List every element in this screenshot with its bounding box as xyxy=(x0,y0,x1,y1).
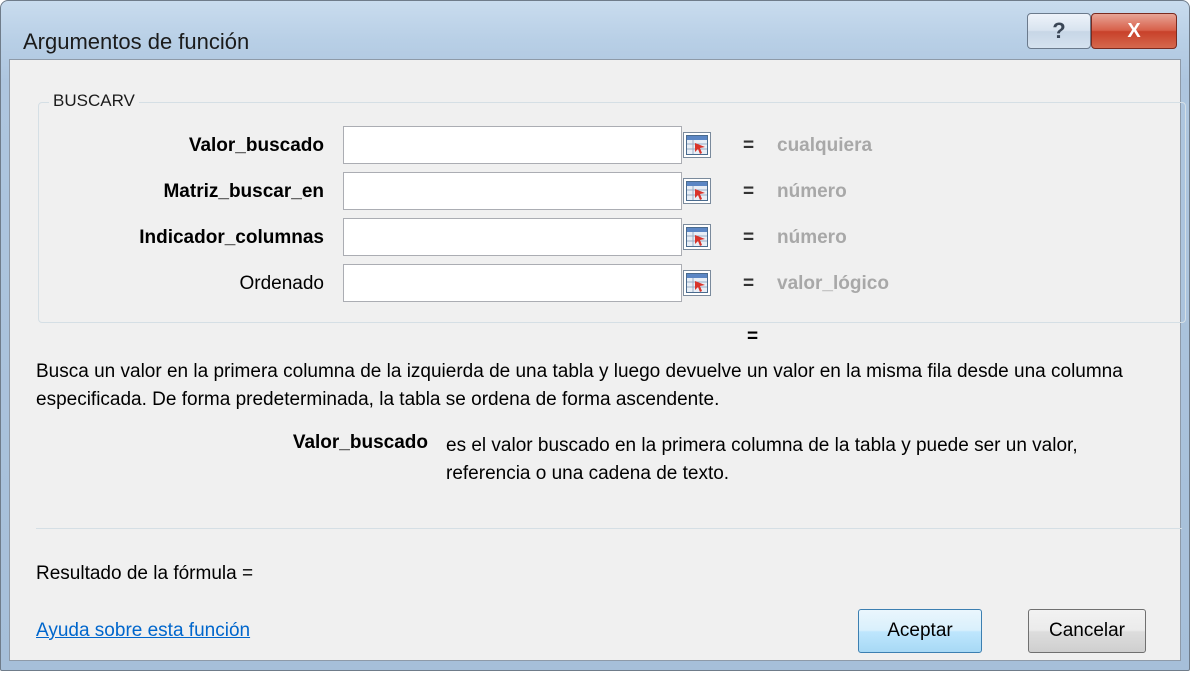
help-link[interactable]: Ayuda sobre esta función xyxy=(36,620,250,642)
close-button[interactable]: X xyxy=(1091,13,1177,49)
formula-result: Resultado de la fórmula = xyxy=(36,563,254,584)
function-description: Busca un valor en la primera columna de … xyxy=(36,361,1123,410)
type-hint-indicador-columnas: número xyxy=(777,227,847,248)
indicador-columnas-input[interactable] xyxy=(343,218,682,256)
collapse-button-matriz-buscar-en[interactable] xyxy=(683,178,711,204)
help-button[interactable]: ? xyxy=(1027,13,1091,49)
arg-help-text: es el valor buscado en la primera column… xyxy=(446,435,1078,484)
collapse-dialog-icon xyxy=(686,181,708,201)
equals-sign: = xyxy=(743,273,755,294)
collapse-button-indicador-columnas[interactable] xyxy=(683,224,711,250)
equals-sign: = xyxy=(743,181,755,202)
separator xyxy=(36,528,1182,529)
ordenado-input[interactable] xyxy=(343,264,682,302)
collapse-dialog-icon xyxy=(686,227,708,247)
collapse-button-valor-buscado[interactable] xyxy=(683,132,711,158)
collapse-button-ordenado[interactable] xyxy=(683,270,711,296)
type-hint-matriz-buscar-en: número xyxy=(777,181,847,202)
arg-help-name: Valor_buscado xyxy=(292,432,428,453)
equals-sign: = xyxy=(743,135,755,156)
ok-button[interactable]: Aceptar xyxy=(858,609,982,653)
type-hint-ordenado: valor_lógico xyxy=(777,273,889,294)
close-icon: X xyxy=(1127,19,1141,42)
arg-label-indicador-columnas: Indicador_columnas xyxy=(139,227,324,248)
collapse-dialog-icon xyxy=(686,135,708,155)
matriz-buscar-en-input[interactable] xyxy=(343,172,682,210)
arg-label-matriz-buscar-en: Matriz_buscar_en xyxy=(163,181,324,202)
equals-sign: = xyxy=(743,227,755,248)
dialog-window: Argumentos de función ? X BUSCARV Valor_… xyxy=(0,0,1190,671)
arg-label-valor-buscado: Valor_buscado xyxy=(188,135,324,156)
function-result-equals: = xyxy=(747,326,759,347)
type-hint-valor-buscado: cualquiera xyxy=(777,135,873,156)
valor-buscado-input[interactable] xyxy=(343,126,682,164)
dialog-body: BUSCARV Valor_buscado = cualquiera Matri… xyxy=(9,59,1186,661)
cancel-button[interactable]: Cancelar xyxy=(1028,609,1146,653)
arg-label-ordenado: Ordenado xyxy=(239,273,324,294)
question-icon: ? xyxy=(1052,18,1066,43)
collapse-dialog-icon xyxy=(686,273,708,293)
window-title: Argumentos de función xyxy=(23,29,250,54)
function-name: BUSCARV xyxy=(49,91,139,111)
